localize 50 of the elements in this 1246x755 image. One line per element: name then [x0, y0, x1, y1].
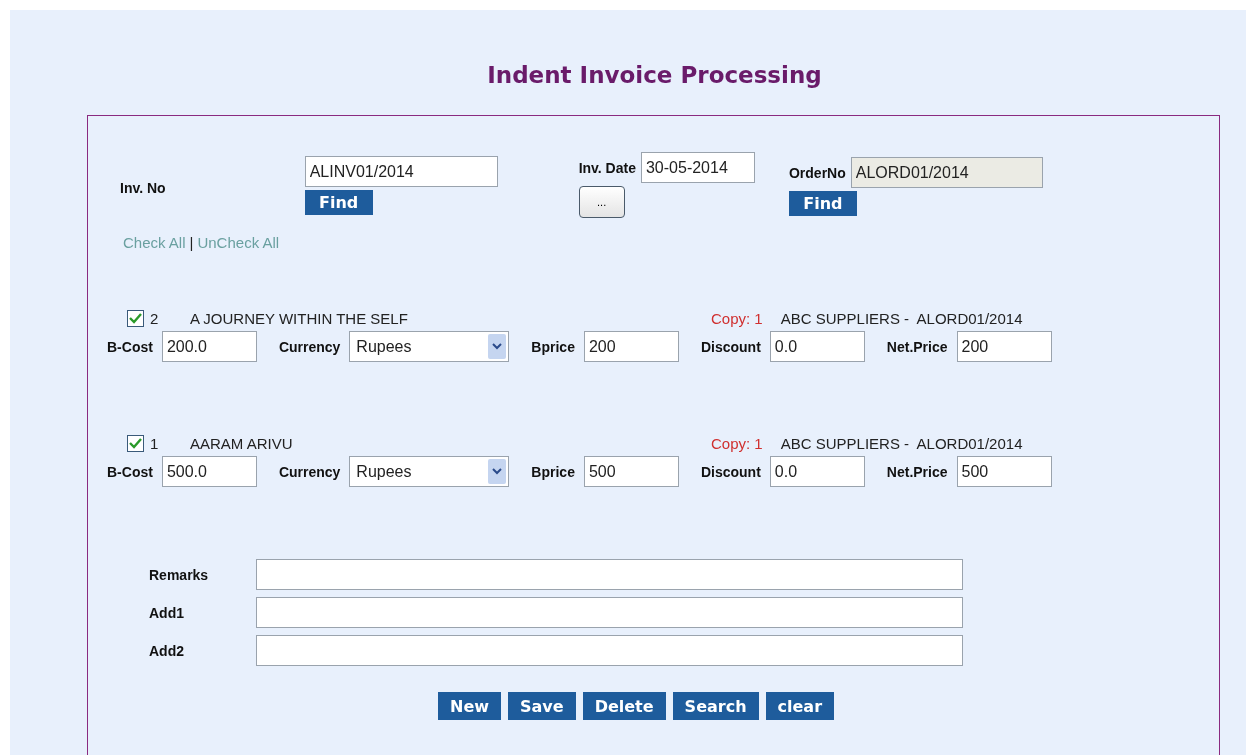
action-button[interactable]: Search [672, 692, 759, 720]
input-field[interactable]: 500.0 [161, 456, 257, 487]
field-label: Add2 [149, 642, 185, 659]
link-separator: | [189, 234, 194, 251]
input-field[interactable]: 500 [956, 456, 1052, 487]
item-number: 1 [150, 434, 160, 452]
field-label: Bprice [531, 338, 575, 355]
input-field[interactable]: 0.0 [769, 456, 865, 487]
book-title: A JOURNEY WITHIN THE SELF [190, 309, 409, 327]
field-label: Discount [700, 463, 761, 480]
supplier-order: ABC SUPPLIERS - ALORD01/2014 [780, 434, 1023, 452]
field-label: Inv. No [120, 180, 166, 196]
checkbox[interactable] [127, 309, 144, 327]
book-title: AARAM ARIVU [190, 434, 294, 452]
field-label: Bprice [531, 463, 575, 480]
field-label: Currency [278, 338, 341, 355]
action-button[interactable]: New [438, 692, 502, 720]
page-title: Indent Invoice Processing [486, 62, 823, 88]
input-field[interactable]: 500 [583, 456, 679, 487]
field-label: B-Cost [107, 338, 153, 355]
input-field[interactable] [256, 559, 963, 590]
field-label: Remarks [149, 566, 210, 583]
date-field[interactable]: 30-05-2014 [640, 152, 755, 183]
input-field[interactable]: 200.0 [161, 331, 257, 362]
action-button[interactable]: Save [508, 692, 576, 720]
action-button[interactable]: clear [765, 692, 835, 720]
supplier-order: ABC SUPPLIERS - ALORD01/2014 [780, 309, 1023, 327]
field-label: OrderNo [788, 164, 846, 181]
copy-count: Copy: 1 [711, 434, 763, 452]
invoice-number-field[interactable]: ALINV01/2014 [304, 156, 498, 187]
action-button[interactable]: Delete [582, 692, 666, 720]
field-label: Net.Price [886, 463, 948, 480]
date-picker-button[interactable]: ... [578, 186, 625, 218]
currency-select[interactable]: Rupees [349, 331, 510, 362]
field-label: Net.Price [886, 338, 948, 355]
checkbox[interactable] [127, 434, 144, 452]
find-button[interactable]: Find [304, 190, 373, 215]
input-field[interactable] [256, 597, 963, 628]
currency-select[interactable]: Rupees [349, 456, 510, 487]
field-label: B-Cost [107, 463, 153, 480]
field-label: Inv. Date [578, 159, 636, 176]
field-label: Add1 [149, 604, 185, 621]
input-field[interactable] [256, 635, 963, 666]
copy-count: Copy: 1 [711, 309, 763, 327]
input-field[interactable]: 0.0 [769, 331, 865, 362]
field-label: Currency [278, 463, 341, 480]
input-field[interactable]: 200 [956, 331, 1052, 362]
input-field[interactable]: 200 [583, 331, 679, 362]
field-label: Discount [700, 338, 761, 355]
item-number: 2 [150, 309, 160, 327]
